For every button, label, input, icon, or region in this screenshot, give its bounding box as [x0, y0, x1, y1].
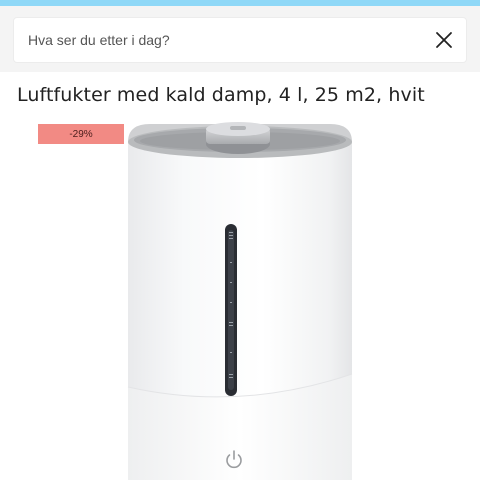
close-icon [436, 32, 452, 48]
search-box [14, 18, 466, 62]
search-input[interactable] [28, 18, 418, 62]
search-bar-area [0, 6, 480, 72]
humidifier-product-image [127, 122, 353, 480]
close-button[interactable] [434, 30, 454, 50]
product-title: Luftfukter med kald damp, 4 l, 25 m2, hv… [17, 84, 425, 106]
discount-badge: -29% [38, 124, 124, 144]
product-image-area[interactable]: -29% [0, 112, 480, 480]
